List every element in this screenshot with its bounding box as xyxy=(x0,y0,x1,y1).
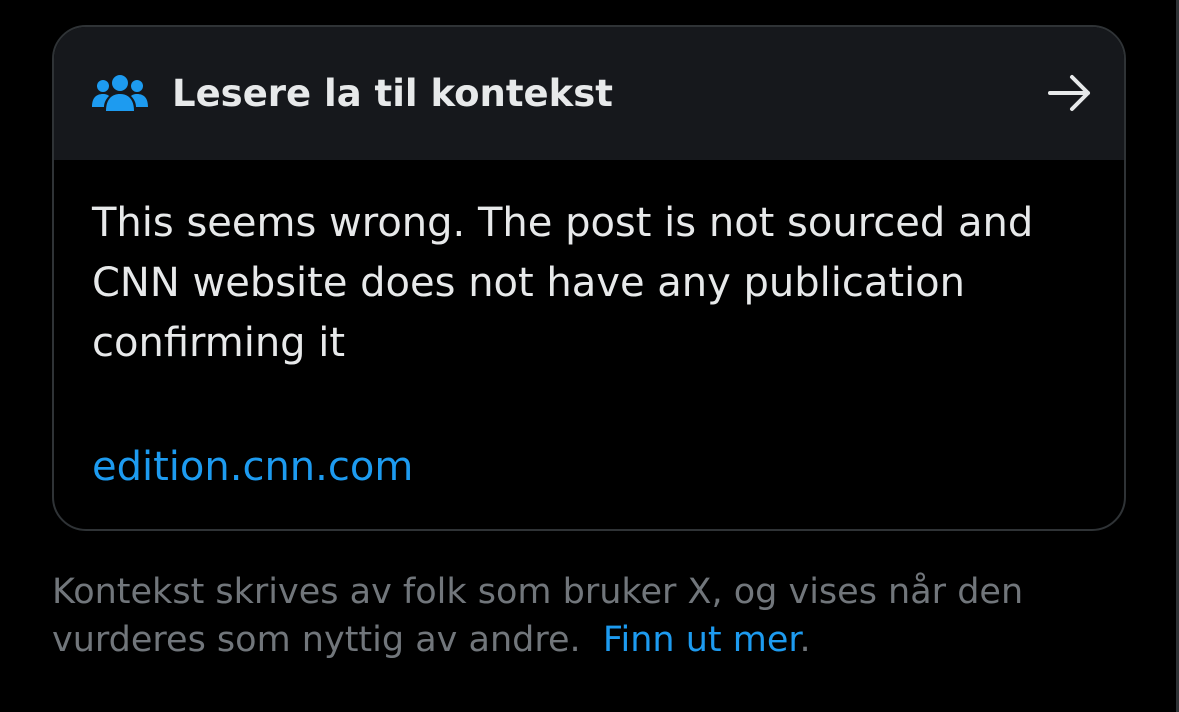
footer-link-suffix: . xyxy=(799,620,811,660)
people-icon xyxy=(92,75,148,111)
notes-header-title: Lesere la til kontekst xyxy=(172,72,613,115)
notes-footer: Kontekst skrives av folk som bruker X, o… xyxy=(52,568,1142,664)
source-link[interactable]: edition.cnn.com xyxy=(92,437,413,497)
learn-more-link[interactable]: Finn ut mer xyxy=(603,620,800,660)
notes-header[interactable]: Lesere la til kontekst xyxy=(54,27,1124,160)
arrow-right-icon[interactable] xyxy=(1046,71,1094,115)
note-text: This seems wrong. The post is not source… xyxy=(92,200,1034,366)
community-notes-card: Lesere la til kontekst This seems wrong.… xyxy=(52,25,1126,531)
footer-text: Kontekst skrives av folk som bruker X, o… xyxy=(52,572,1024,660)
